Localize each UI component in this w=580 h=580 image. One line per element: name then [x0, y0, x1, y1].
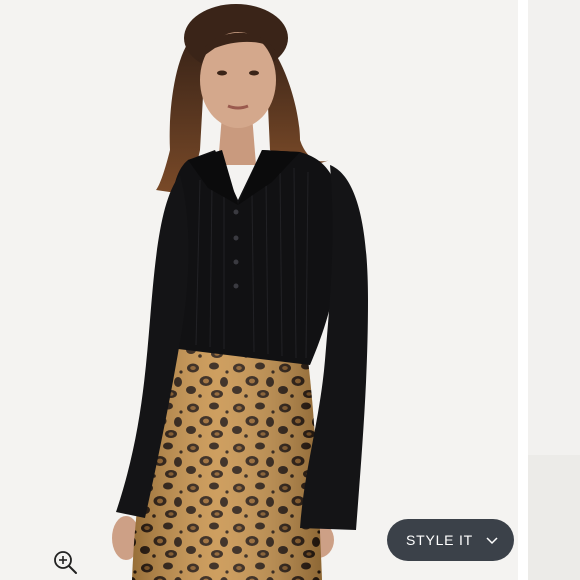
- photo-floor: [528, 455, 580, 580]
- zoom-button[interactable]: [52, 549, 78, 575]
- next-product-photo-peek[interactable]: [528, 0, 580, 580]
- style-it-button[interactable]: STYLE IT: [387, 519, 514, 561]
- zoom-in-icon: [54, 551, 77, 574]
- product-photo[interactable]: [0, 0, 518, 580]
- chevron-down-icon: [486, 537, 498, 545]
- model-photo-illustration: [112, 4, 368, 580]
- style-it-label: STYLE IT: [405, 532, 474, 548]
- product-image-viewer: STYLE IT: [0, 0, 580, 580]
